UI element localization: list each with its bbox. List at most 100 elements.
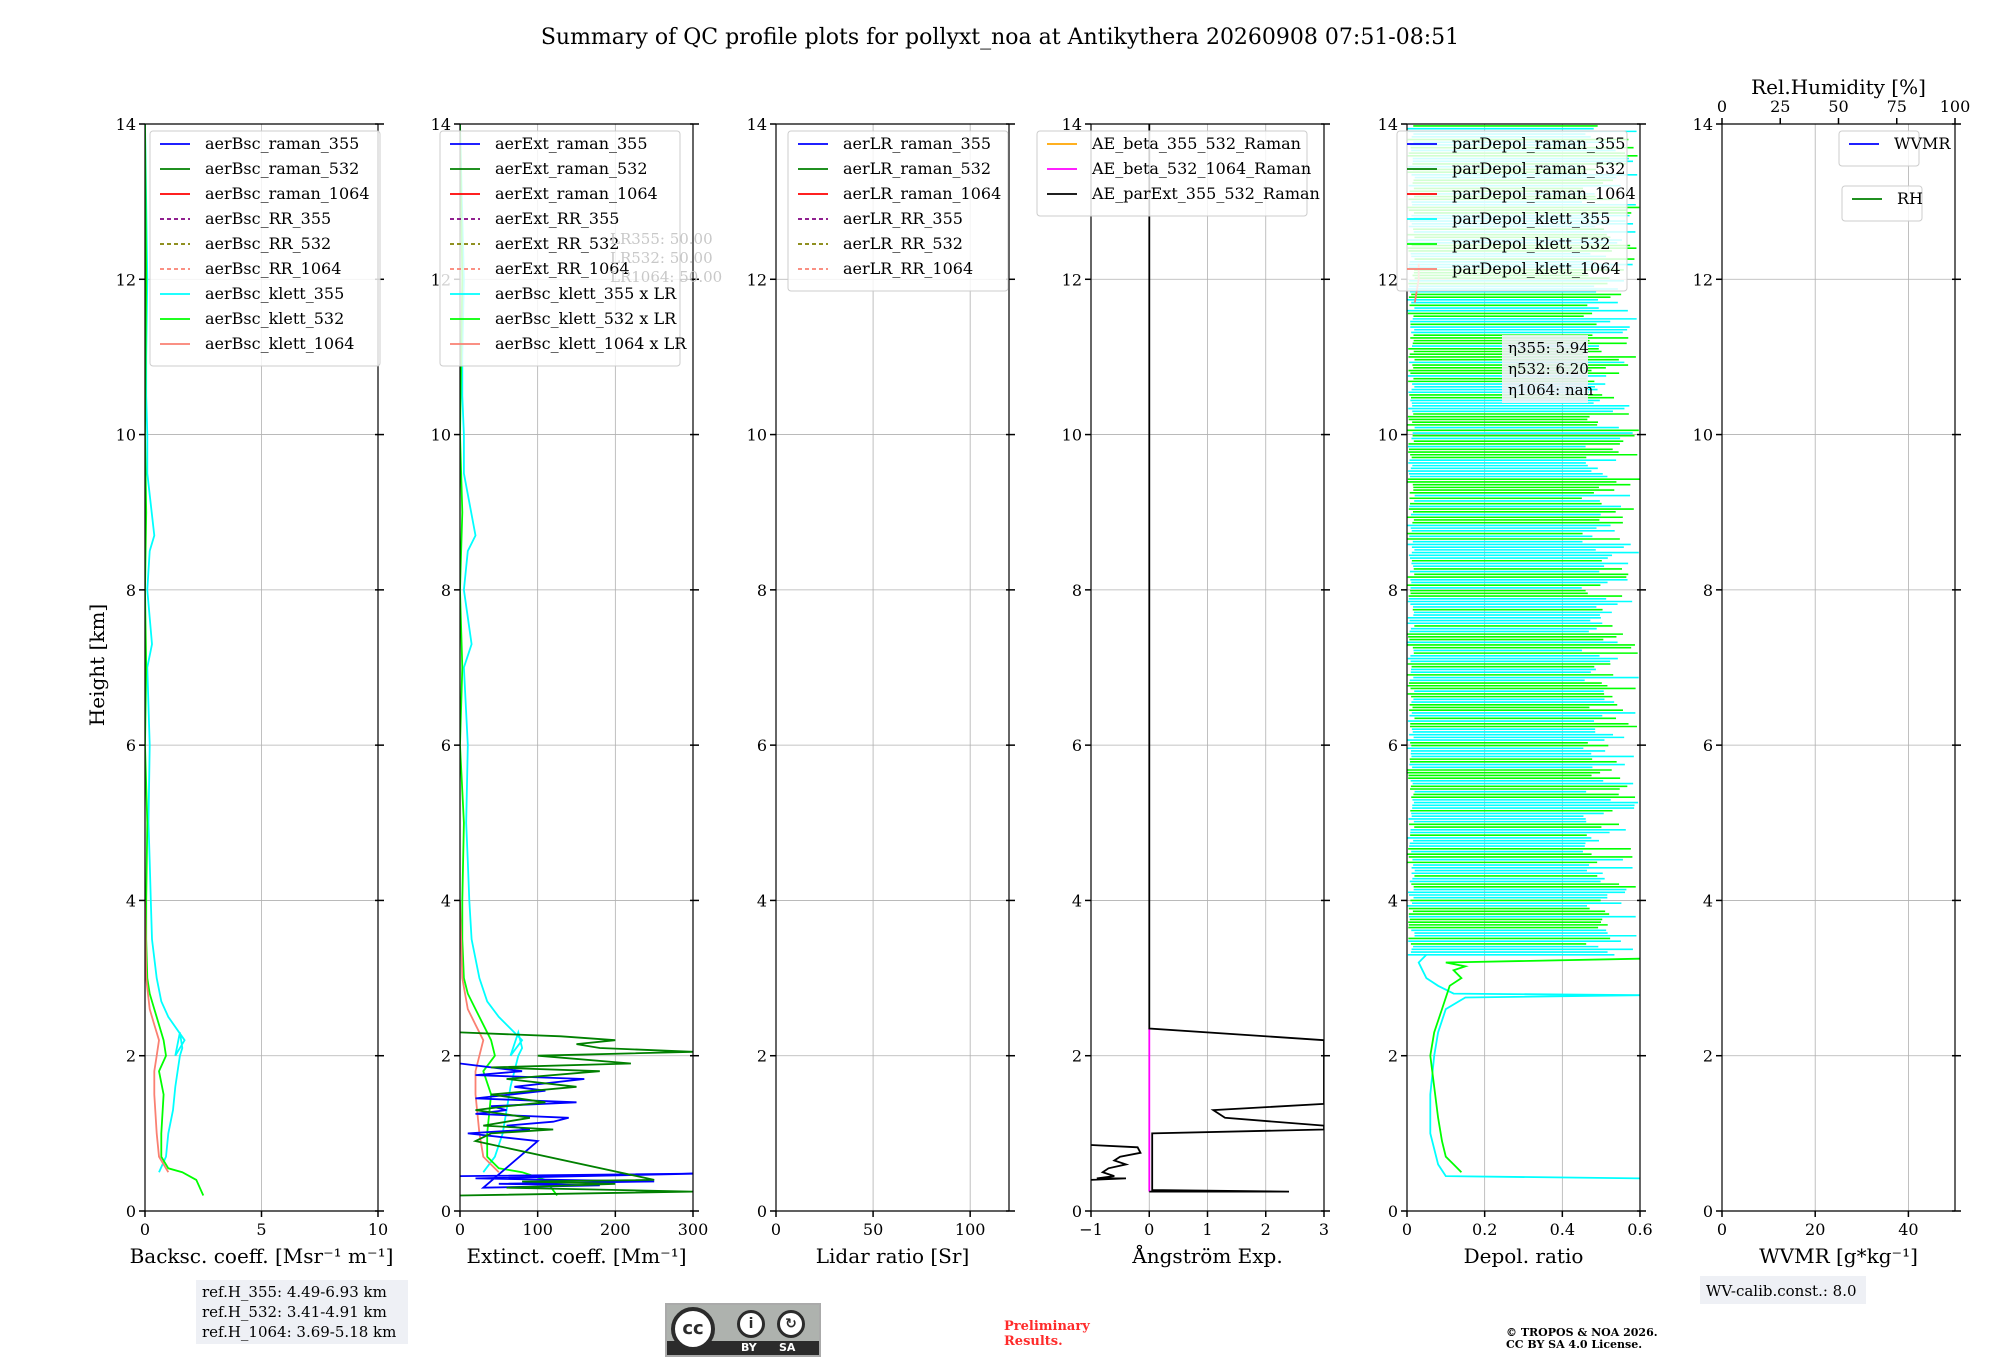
legend-entry: aerBsc_raman_532: [205, 159, 359, 178]
legend-entry: WVMR: [1894, 134, 1951, 153]
profile-panels: 024681012140 5 10Backsc. coeff. [Msr⁻¹ m⁻¹…: [116, 75, 1971, 1268]
xtick-label: 0.6: [1627, 1220, 1652, 1239]
copyright-line2: CC BY SA 4.0 License.: [1506, 1338, 1642, 1351]
legend-entry: aerLR_raman_532: [843, 159, 991, 178]
xaxis-label: Ångström Exp.: [1131, 1243, 1282, 1268]
legend-entry: aerBsc_klett_1064: [205, 334, 354, 353]
height-axis-label: Height [km]: [85, 604, 109, 726]
ytick-label: 0: [1388, 1202, 1398, 1221]
legend-entry: aerLR_raman_355: [843, 134, 991, 153]
cc-by-label: BY: [741, 1341, 757, 1354]
xtick-label: 0.4: [1550, 1220, 1575, 1239]
series-line-black: [1091, 1144, 1142, 1181]
lidar-ratio-faint-label: LR1064: 50.00: [610, 268, 722, 286]
legend-entry: aerBsc_klett_532 x LR: [495, 309, 677, 328]
share-alike-icon: ↻: [777, 1310, 805, 1338]
ytick-label: 12: [1062, 270, 1082, 289]
panel-ext: 024681012140100200300Extinct. coeff. [Mm…: [431, 115, 723, 1268]
cc-icon: cc: [671, 1307, 715, 1351]
ytick-label: 10: [1378, 426, 1398, 445]
xaxis-label: Depol. ratio: [1464, 1244, 1584, 1268]
ytick-label: 4: [1703, 891, 1713, 910]
ytick-label: 2: [441, 1047, 451, 1066]
xtick-label: 100: [522, 1220, 553, 1239]
ytick-label: 4: [1388, 891, 1398, 910]
legend-entry: aerLR_raman_1064: [843, 184, 1001, 203]
xtick-label: 200: [600, 1220, 631, 1239]
ref-height-1064: ref.H_1064: 3.69-5.18 km: [202, 1323, 396, 1341]
legend-entry: parDepol_raman_355: [1452, 134, 1625, 153]
xtick-label: 0: [140, 1220, 150, 1239]
legend-entry: AE_parExt_355_532_Raman: [1091, 184, 1320, 203]
figure: Summary of QC profile plots for pollyxt_…: [85, 25, 1971, 1351]
xtick-label: 0: [771, 1220, 781, 1239]
legend-entry: parDepol_klett_355: [1452, 209, 1610, 228]
by-attribution-icon: i: [737, 1310, 765, 1338]
ytick-label: 4: [1072, 891, 1082, 910]
xtick-label: 0: [1402, 1220, 1412, 1239]
ytick-label: 8: [126, 581, 136, 600]
ytick-label: 2: [757, 1047, 767, 1066]
ytick-label: 14: [1378, 115, 1398, 134]
ytick-label: 14: [747, 115, 767, 134]
xaxis-label: Lidar ratio [Sr]: [816, 1244, 970, 1268]
ref-height-355: ref.H_355: 4.49-6.93 km: [202, 1283, 387, 1301]
lidar-ratio-faint-label: LR532: 50.00: [610, 249, 713, 267]
legend-entry: aerLR_RR_532: [843, 234, 963, 253]
xtick-label: 0: [1144, 1220, 1154, 1239]
ytick-label: 12: [1378, 270, 1398, 289]
legend-entry: parDepol_klett_532: [1452, 234, 1610, 253]
xtick-label: 3: [1319, 1220, 1329, 1239]
panel-wv: 024681012140 20 40WVMR [g*kg⁻¹]0 25 50 75 100R…: [1693, 75, 1971, 1268]
ytick-label: 12: [1693, 270, 1713, 289]
ytick-label: 6: [1072, 736, 1082, 755]
ytick-label: 6: [126, 736, 136, 755]
legend-entry: aerBsc_RR_532: [205, 234, 331, 253]
series-line-cyan: [1417, 954, 1640, 1180]
panel-ae: 02468101214−1 0 1 2 3Ångström Exp.AE_beta_35…: [1036, 115, 1330, 1268]
ytick-label: 8: [757, 581, 767, 600]
legend-entry: parDepol_klett_1064: [1452, 259, 1621, 278]
legend-entry: aerLR_RR_355: [843, 209, 963, 228]
ytick-label: 2: [1703, 1047, 1713, 1066]
ytick-label: 6: [1703, 736, 1713, 755]
legend-entry: aerExt_RR_532: [495, 234, 619, 253]
ytick-label: 6: [757, 736, 767, 755]
eta-value: η532: 6.20: [1508, 360, 1589, 378]
ytick-label: 4: [126, 891, 136, 910]
legend-entry: aerBsc_klett_1064 x LR: [495, 334, 687, 353]
x2tick-label: 0: [1717, 97, 1727, 116]
ytick-label: 0: [126, 1202, 136, 1221]
xtick-label: 0.2: [1472, 1220, 1497, 1239]
xtick-label: 20: [1805, 1220, 1825, 1239]
eta-value: η355: 5.94: [1508, 339, 1589, 357]
series-line-lime: [1429, 957, 1640, 1173]
legend-entry: aerBsc_klett_355: [205, 284, 344, 303]
x2tick-label: 75: [1887, 97, 1907, 116]
ytick-label: 14: [1693, 115, 1713, 134]
figure-title: Summary of QC profile plots for pollyxt_…: [541, 25, 1459, 50]
ytick-label: 8: [1388, 581, 1398, 600]
xaxis-label: Extinct. coeff. [Mm⁻¹]: [466, 1244, 686, 1268]
ytick-label: 4: [757, 891, 767, 910]
ytick-label: 8: [441, 581, 451, 600]
ytick-label: 2: [126, 1047, 136, 1066]
lidar-ratio-faint-label: LR355: 50.00: [610, 230, 713, 248]
xaxis-label: Backsc. coeff. [Msr⁻¹ m⁻¹]: [130, 1244, 394, 1268]
xaxis-label: WVMR [g*kg⁻¹]: [1759, 1244, 1918, 1268]
legend-entry: aerExt_raman_1064: [495, 184, 658, 203]
legend-entry: aerExt_RR_355: [495, 209, 619, 228]
ytick-label: 0: [441, 1202, 451, 1221]
ytick-label: 8: [1703, 581, 1713, 600]
xtick-label: 10: [368, 1220, 388, 1239]
legend-entry: AE_beta_532_1064_Raman: [1091, 159, 1311, 178]
x2tick-label: 100: [1940, 97, 1971, 116]
legend-entry: parDepol_raman_532: [1452, 159, 1625, 178]
ytick-label: 10: [1062, 426, 1082, 445]
xtick-label: 300: [678, 1220, 709, 1239]
x2tick-label: 50: [1828, 97, 1848, 116]
legend-entry: RH: [1897, 189, 1923, 208]
xtick-label: 50: [863, 1220, 883, 1239]
ytick-label: 12: [116, 270, 136, 289]
ytick-label: 12: [747, 270, 767, 289]
